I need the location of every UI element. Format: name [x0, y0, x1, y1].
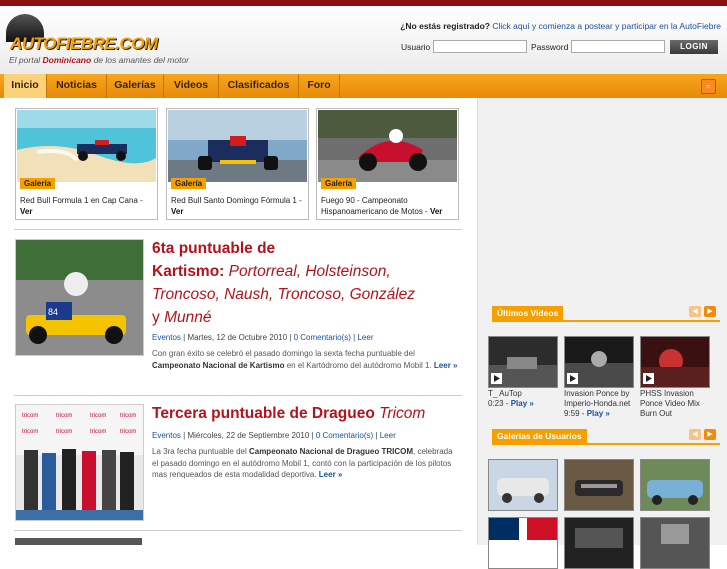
user-gallery-thumbnail[interactable] [488, 517, 558, 569]
password-label: Password [531, 42, 569, 52]
article-category-link[interactable]: Eventos [152, 431, 181, 440]
gallery-tag: Galería [321, 178, 357, 189]
user-galleries-section-title: Galerías de Usuarios [492, 429, 587, 443]
gallery-caption[interactable]: Red Bull Santo Domingo Fórmula 1 - Ver [171, 195, 305, 217]
gallery-thumbnail[interactable] [17, 110, 156, 182]
username-label: Usuario [401, 42, 431, 52]
next-arrow-icon[interactable]: ▶ [704, 306, 716, 317]
gallery-tag: Galería [171, 178, 207, 189]
article-image[interactable]: 84 [15, 239, 144, 356]
nav-item-foro[interactable]: Foro [299, 74, 340, 98]
video-thumbnail[interactable] [488, 336, 558, 388]
svg-text:tricom: tricom [90, 429, 106, 435]
register-link[interactable]: Click aquí y comienza a postear y partic… [492, 21, 721, 31]
divider [14, 229, 462, 230]
article-more-link[interactable]: Leer » [434, 361, 458, 370]
section-underline [492, 320, 720, 322]
article-image-partial[interactable] [15, 538, 142, 545]
site-header: AUTOFIEBRE.COM El portal Dominicano de l… [0, 6, 727, 74]
divider [14, 530, 462, 531]
article-read-link[interactable]: Leer [357, 333, 373, 342]
article-comments-link[interactable]: 0 Comentario(s) [316, 431, 373, 440]
article-read-link[interactable]: Leer [380, 431, 396, 440]
svg-text:tricom: tricom [120, 429, 136, 435]
gallery-card[interactable]: Galería Red Bull Santo Domingo Fórmula 1… [166, 108, 309, 220]
gallery-caption[interactable]: Fuego 90 - Campeonato Hispanoamericano d… [321, 195, 455, 217]
gallery-thumbnail[interactable] [168, 110, 307, 182]
videos-section-title: Últimos Videos [492, 306, 564, 320]
article-more-link[interactable]: Leer » [319, 470, 343, 479]
gallery-tag: Galería [20, 178, 56, 189]
register-question: ¿No estás registrado? [400, 21, 490, 31]
article-comments-link[interactable]: 0 Comentario(s) [294, 333, 351, 342]
user-gallery-thumbnail[interactable] [564, 517, 634, 569]
divider [14, 395, 462, 396]
register-prompt: ¿No estás registrado? Click aquí y comie… [400, 21, 721, 31]
user-gallery-thumbnail[interactable] [640, 517, 710, 569]
article-summary: La 3ra fecha puntuable del Campeonato Na… [152, 447, 453, 479]
logo-text: AUTOFIEBRE.COM [10, 34, 158, 53]
svg-text:tricom: tricom [120, 413, 136, 419]
nav-item-noticias[interactable]: Noticias [47, 74, 107, 98]
video-thumbnail[interactable] [564, 336, 634, 388]
svg-text:tricom: tricom [22, 413, 38, 419]
prev-arrow-icon[interactable]: ◀ [689, 429, 701, 440]
article-title[interactable]: 6ta puntuable de Kartismo: Portorreal, H… [152, 237, 467, 329]
video-thumbnail[interactable] [640, 336, 710, 388]
video-caption[interactable]: PHSS Invasion Ponce Video Mix Burn Out [640, 389, 712, 421]
article-meta: Eventos | Martes, 12 de Octubre 2010 | 0… [152, 333, 374, 342]
svg-text:tricom: tricom [90, 413, 106, 419]
nav-item-clasificados[interactable]: Clasificados [219, 74, 299, 98]
nav-item-galerias[interactable]: Galerías [107, 74, 164, 98]
password-input[interactable] [571, 40, 665, 53]
next-arrow-icon[interactable]: ▶ [704, 429, 716, 440]
user-gallery-thumbnail[interactable] [640, 459, 710, 511]
article-meta: Eventos | Miércoles, 22 de Septiembre 20… [152, 431, 396, 440]
gallery-thumbnail[interactable] [318, 110, 457, 182]
user-gallery-thumbnail[interactable] [564, 459, 634, 511]
gallery-card[interactable]: Galería Red Bull Formula 1 en Cap Cana -… [15, 108, 158, 220]
gallery-caption[interactable]: Red Bull Formula 1 en Cap Cana - Ver [20, 195, 154, 217]
login-button[interactable]: LOGIN [670, 40, 718, 54]
article-summary: Con gran éxito se celebró el pasado domi… [152, 349, 458, 370]
username-input[interactable] [433, 40, 527, 53]
svg-text:tricom: tricom [56, 429, 72, 435]
svg-text:tricom: tricom [22, 429, 38, 435]
article-category-link[interactable]: Eventos [152, 333, 181, 342]
svg-text:84: 84 [48, 307, 58, 317]
nav-item-inicio[interactable]: Inicio [4, 74, 47, 100]
site-tagline: El portal Dominicano de los amantes del … [9, 55, 190, 65]
prev-arrow-icon[interactable]: ◀ [689, 306, 701, 317]
section-underline [492, 443, 720, 445]
article-title[interactable]: Tercera puntuable de Dragueo Tricom [152, 402, 467, 425]
gallery-card[interactable]: Galería Fuego 90 - Campeonato Hispanoame… [316, 108, 459, 220]
svg-text:tricom: tricom [56, 413, 72, 419]
video-caption[interactable]: Invasion Ponce by Imperio-Honda.net 9:59 … [564, 389, 636, 419]
article-image[interactable]: tricom tricom tricom tricom tricom tricom tri… [15, 404, 144, 521]
main-nav: Inicio Noticias Galerías Videos Clasific… [0, 74, 727, 100]
video-caption[interactable]: T_ AuTop 0:23 - Play » [488, 389, 560, 409]
rss-icon[interactable]: ≈ [701, 79, 716, 94]
user-gallery-thumbnail[interactable] [488, 459, 558, 511]
nav-item-videos[interactable]: Videos [164, 74, 219, 98]
